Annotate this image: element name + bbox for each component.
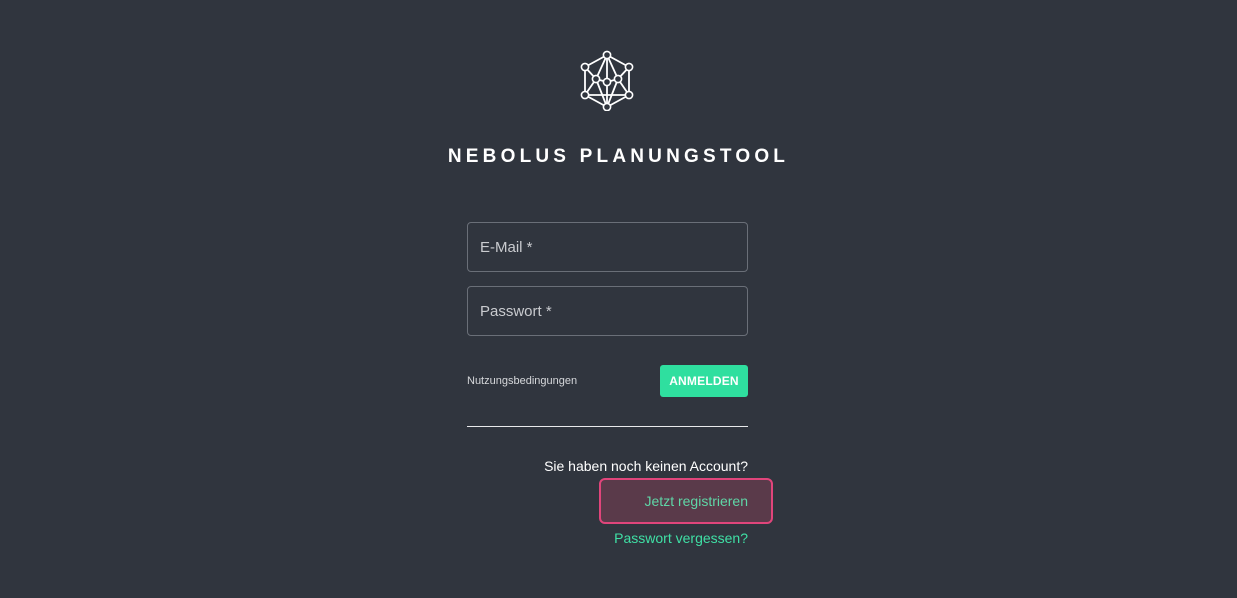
- register-button[interactable]: Jetzt registrieren: [599, 478, 773, 524]
- terms-link[interactable]: Nutzungsbedingungen: [467, 375, 577, 387]
- divider: [467, 426, 748, 427]
- login-button[interactable]: ANMELDEN: [660, 365, 748, 397]
- login-page: NEBOLUS PLANUNGSTOOL Nutzungsbedingungen…: [0, 0, 1237, 598]
- forgot-password-link[interactable]: Passwort vergessen?: [614, 530, 748, 546]
- email-input[interactable]: [468, 223, 747, 271]
- no-account-prompt: Sie haben noch keinen Account?: [544, 458, 748, 474]
- password-input[interactable]: [468, 287, 747, 335]
- password-field[interactable]: [467, 286, 748, 336]
- network-polyhedron-icon: [580, 50, 634, 111]
- email-field[interactable]: [467, 222, 748, 272]
- app-title: NEBOLUS PLANUNGSTOOL: [447, 146, 790, 167]
